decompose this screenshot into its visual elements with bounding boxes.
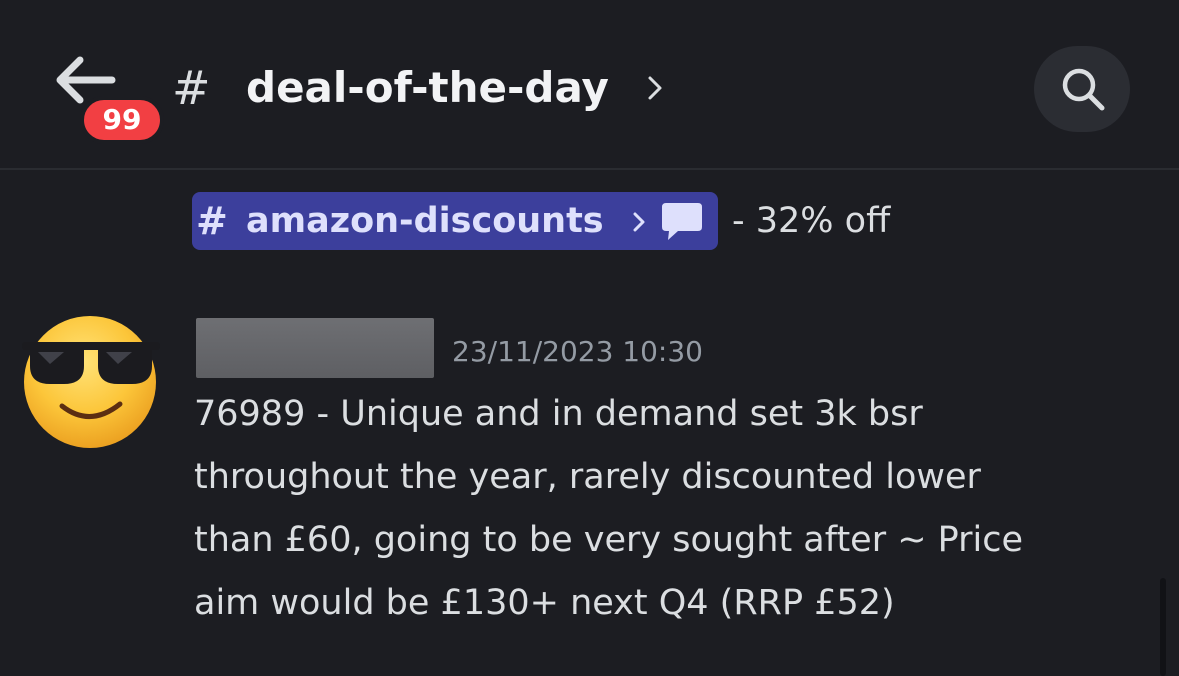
search-icon bbox=[1062, 68, 1105, 111]
mention-channel-name: amazon-discounts bbox=[246, 201, 604, 241]
username-redacted[interactable] bbox=[196, 318, 434, 378]
unread-badge: 99 bbox=[80, 96, 164, 144]
message-line: 76989 - Unique and in demand set 3k bsr bbox=[194, 394, 923, 434]
chevron-right-icon bbox=[633, 212, 645, 232]
chevron-right-icon[interactable] bbox=[646, 72, 664, 104]
mention-suffix-text: - 32% off bbox=[732, 201, 891, 241]
avatar[interactable] bbox=[20, 310, 162, 452]
search-button[interactable] bbox=[1034, 46, 1130, 132]
header-divider bbox=[0, 168, 1179, 170]
channel-header: 99 # deal-of-the-day bbox=[0, 0, 1179, 170]
message-line: aim would be £130+ next Q4 (RRP £52) bbox=[194, 583, 895, 623]
message-timestamp: 23/11/2023 10:30 bbox=[452, 335, 703, 368]
thread-bubble-icon bbox=[662, 203, 702, 240]
mention-hash-icon: # bbox=[196, 199, 228, 243]
channel-mention-link[interactable]: # amazon-discounts bbox=[192, 192, 718, 250]
channel-mention-line: # amazon-discounts - 32% off bbox=[192, 192, 890, 250]
channel-title[interactable]: deal-of-the-day bbox=[246, 58, 609, 118]
discord-channel-screen: 99 # deal-of-the-day # amazon-discounts … bbox=[0, 0, 1179, 676]
message-content: 76989 - Unique and in demand set 3k bsr … bbox=[194, 383, 1154, 635]
channel-hash-icon: # bbox=[172, 61, 211, 115]
message-line: throughout the year, rarely discounted l… bbox=[194, 457, 981, 497]
sunglasses-emoji-avatar bbox=[22, 316, 160, 448]
scrollbar[interactable] bbox=[1160, 578, 1166, 676]
message-line: than £60, going to be very sought after … bbox=[194, 520, 1024, 560]
